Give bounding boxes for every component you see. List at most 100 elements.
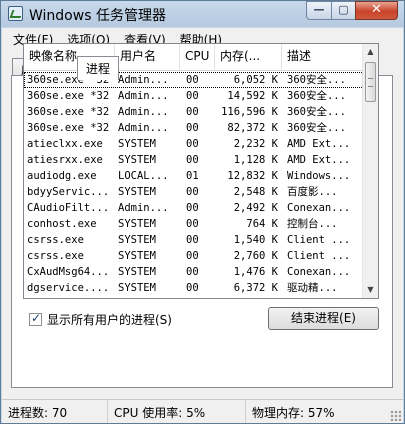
cell-cpu: 00 [186,106,199,118]
cell-name: CxAudMsg64... [27,266,110,278]
task-manager-window: Windows 任务管理器 — ▢ ✕ 文件(F) 选项(O) 查看(V) 帮助… [0,0,405,424]
cell-mem: 2,760 K [233,250,278,262]
resize-grip-icon[interactable] [390,410,401,421]
cell-desc: 360安全... [287,106,346,118]
cell-user: SYSTEM [118,250,156,262]
column-description[interactable]: 描述 [282,44,364,71]
cell-cpu: 00 [186,266,199,278]
cell-name: dgservice.... [27,282,110,294]
cell-desc: Windows... [287,170,351,182]
scroll-up-arrow-icon[interactable]: ▲ [363,44,378,60]
cell-user: Admin... [118,122,169,134]
table-row[interactable]: DhMachineS...SYSTEM003,100 K微软汉... [24,296,364,298]
cell-mem: 1,540 K [233,234,278,246]
cell-desc: AMD Ext... [287,154,351,166]
cell-user: Admin... [118,74,169,86]
end-process-button[interactable]: 结束进程(E) [268,307,379,330]
cell-desc: AMD Ext... [287,138,351,150]
status-physical-memory: 物理内存: 57% [252,406,335,420]
cell-mem: 1,476 K [233,266,278,278]
table-row[interactable]: 360se.exe *32 Admin... 00 14,592 K 360安全... [24,88,364,104]
process-list-header: 映像名称 用户名 CPU 内存(... 描述 [24,44,364,71]
table-row[interactable]: 360se.exe *32 Admin... 00 82,372 K 360安全... [24,120,364,136]
cell-user: SYSTEM [118,218,156,230]
cell-mem: 3,100 K [215,296,282,298]
table-row[interactable]: bdyyServic... SYSTEM 00 2,548 K 百度影... [24,184,364,200]
table-row[interactable]: 360se.exe *32 Admin... 00 116,596 K 360安全... [24,104,364,120]
cell-mem: 6,372 K [233,282,278,294]
cell-mem: 2,492 K [233,202,278,214]
cell-desc: Conexan... [287,202,351,214]
cell-desc: 微软汉... [282,296,364,298]
cell-cpu: 00 [186,250,199,262]
table-row[interactable]: CxAudMsg64... SYSTEM 00 1,476 K Conexan... [24,264,364,280]
cell-name: csrss.exe [27,234,84,246]
table-row[interactable]: 360se.exe *32 Admin... 00 6,052 K 360安全... [24,72,364,88]
column-memory[interactable]: 内存(... [215,44,282,71]
cell-user: SYSTEM [118,154,156,166]
minimize-icon: — [313,3,325,16]
cell-desc: 控制台... [287,218,338,230]
cell-cpu: 00 [186,74,199,86]
cell-cpu: 00 [186,154,199,166]
column-cpu[interactable]: CPU [180,44,215,71]
tab-processes[interactable]: 进程 [77,56,120,80]
scroll-thumb[interactable] [365,62,376,102]
cell-name: conhost.exe [27,218,97,230]
show-all-users-checkbox[interactable] [29,311,42,326]
table-row[interactable]: dgservice.... SYSTEM 00 6,372 K 驱动精... [24,280,364,296]
cell-user: SYSTEM [115,296,180,298]
status-bar: 进程数: 70 CPU 使用率: 5% 物理内存: 57% [2,399,403,423]
cell-user: SYSTEM [118,282,156,294]
cell-name: csrss.exe [27,250,84,262]
cell-name: atiesrxx.exe [27,154,103,166]
vertical-scrollbar[interactable]: ▲ ▼ [362,44,378,298]
window-controls: — ▢ ✕ [306,1,398,20]
cell-desc: 360安全... [287,122,346,134]
table-row[interactable]: csrss.exe SYSTEM 00 1,540 K Client ... [24,232,364,248]
cell-mem: 2,232 K [233,138,278,150]
table-row[interactable]: atiesrxx.exe SYSTEM 00 1,128 K AMD Ext... [24,152,364,168]
cell-user: SYSTEM [118,186,156,198]
cell-cpu: 00 [186,138,199,150]
minimize-button[interactable]: — [306,1,332,20]
title-bar[interactable]: Windows 任务管理器 — ▢ ✕ [1,1,404,27]
show-all-users-option[interactable]: 显示所有用户的进程(S) [29,311,172,328]
cell-cpu: 00 [186,218,199,230]
cell-user: Admin... [118,90,169,102]
cell-cpu: 00 [186,90,199,102]
table-row[interactable]: conhost.exe SYSTEM 00 764 K 控制台... [24,216,364,232]
process-list[interactable]: 映像名称 用户名 CPU 内存(... 描述 360se.exe *32 Admi… [23,43,379,299]
cell-cpu: 00 [186,122,199,134]
cell-desc: 360安全... [287,74,346,86]
status-cpu-usage: CPU 使用率: 5% [108,400,246,423]
cell-mem: 764 K [246,218,278,230]
close-icon: ✕ [371,2,382,17]
table-row[interactable]: csrss.exe SYSTEM 00 2,760 K Client ... [24,248,364,264]
cell-user: SYSTEM [118,234,156,246]
table-row[interactable]: atieclxx.exe SYSTEM 00 2,232 K AMD Ext... [24,136,364,152]
cell-desc: Conexan... [287,266,351,278]
window-title: Windows 任务管理器 [29,8,166,24]
cell-cpu: 00 [186,234,199,246]
cell-mem: 12,832 K [227,170,278,182]
cell-name: CAudioFilt... [27,202,110,214]
task-manager-app-icon [8,6,23,21]
maximize-icon: ▢ [338,3,349,16]
maximize-button[interactable]: ▢ [331,1,356,20]
cell-cpu: 01 [186,170,199,182]
cell-name: bdyyServic... [27,186,110,198]
cell-user: LOCAL... [118,170,169,182]
close-button[interactable]: ✕ [355,1,398,20]
scroll-down-arrow-icon[interactable]: ▼ [363,282,378,298]
cell-cpu: 00 [180,296,215,298]
table-row[interactable]: CAudioFilt... Admin... 00 2,492 K Conexan... [24,200,364,216]
cell-mem: 6,052 K [233,74,278,86]
cell-mem: 82,372 K [227,122,278,134]
cell-desc: Client ... [287,250,351,262]
table-row[interactable]: audiodg.exe LOCAL... 01 12,832 K Windows... [24,168,364,184]
cell-user: SYSTEM [118,138,156,150]
column-user-name[interactable]: 用户名 [115,44,180,71]
cell-user: Admin... [118,106,169,118]
process-rows: 360se.exe *32 Admin... 00 6,052 K 360安全... 36… [24,72,364,298]
